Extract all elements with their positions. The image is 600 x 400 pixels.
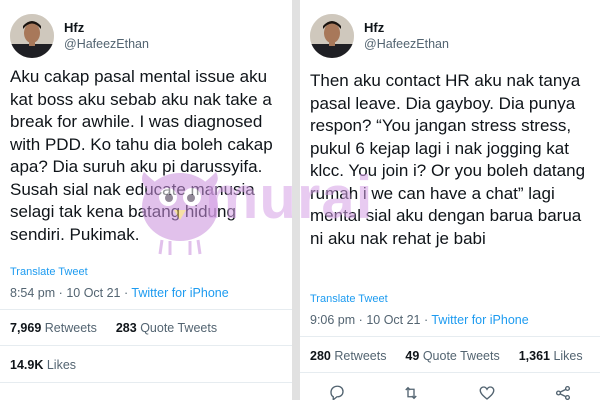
author-handle[interactable]: @HafeezEthan (364, 36, 449, 53)
divider (0, 345, 292, 346)
translate-tweet-link[interactable]: Translate Tweet (310, 293, 388, 305)
likes-stat[interactable]: 14.9K Likes (10, 358, 76, 372)
quote-tweets-stat[interactable]: 49 Quote Tweets (405, 349, 499, 363)
panel-gutter (292, 0, 300, 400)
tweet-meta: 8:54 pm · 10 Oct 21 · Twitter for iPhone (10, 286, 229, 300)
meta-separator: · (424, 313, 429, 327)
retweets-stat[interactable]: 280 Retweets (310, 349, 386, 363)
divider (300, 336, 600, 337)
tweet-date[interactable]: 10 Oct 21 (66, 286, 120, 300)
author-name[interactable]: Hfz (64, 19, 149, 36)
divider (0, 309, 292, 310)
tweet-left: Hfz @HafeezEthan Aku cakap pasal mental … (0, 0, 292, 400)
author-name[interactable]: Hfz (364, 19, 449, 36)
reply-icon[interactable] (328, 384, 346, 400)
share-icon[interactable] (554, 384, 572, 400)
tweet-text: Aku cakap pasal mental issue aku kat bos… (10, 67, 273, 244)
tweet-header: Hfz @HafeezEthan (310, 12, 449, 60)
tweet-date[interactable]: 10 Oct 21 (366, 313, 420, 327)
engagement-stats: 280 Retweets 49 Quote Tweets 1,361 Likes (310, 349, 583, 363)
meta-separator: · (58, 286, 63, 300)
quote-tweets-stat[interactable]: 283 Quote Tweets (116, 321, 217, 335)
like-icon[interactable] (478, 384, 496, 400)
engagement-stats: 7,969 Retweets 283 Quote Tweets (10, 321, 217, 335)
author-handle[interactable]: @HafeezEthan (64, 36, 149, 53)
translate-tweet-link[interactable]: Translate Tweet (10, 266, 88, 278)
tweet-meta: 9:06 pm · 10 Oct 21 · Twitter for iPhone (310, 313, 529, 327)
tweet-time[interactable]: 8:54 pm (10, 286, 55, 300)
meta-separator: · (124, 286, 129, 300)
tweet-source-link[interactable]: Twitter for iPhone (431, 313, 528, 327)
avatar[interactable] (310, 14, 354, 58)
tweet-actions-bar (300, 384, 600, 400)
retweet-icon[interactable] (402, 384, 420, 400)
divider (0, 382, 292, 383)
tweet-time[interactable]: 9:06 pm (310, 313, 355, 327)
tweet-right: Hfz @HafeezEthan Then aku contact HR aku… (300, 0, 600, 400)
likes-stats: 14.9K Likes (10, 358, 76, 372)
likes-stat[interactable]: 1,361 Likes (519, 349, 583, 363)
tweet-text: Then aku contact HR aku nak tanya pasal … (310, 71, 586, 248)
meta-separator: · (358, 313, 363, 327)
tweet-source-link[interactable]: Twitter for iPhone (131, 286, 228, 300)
tweet-header: Hfz @HafeezEthan (10, 12, 149, 60)
retweets-stat[interactable]: 7,969 Retweets (10, 321, 97, 335)
avatar[interactable] (10, 14, 54, 58)
divider (300, 372, 600, 373)
